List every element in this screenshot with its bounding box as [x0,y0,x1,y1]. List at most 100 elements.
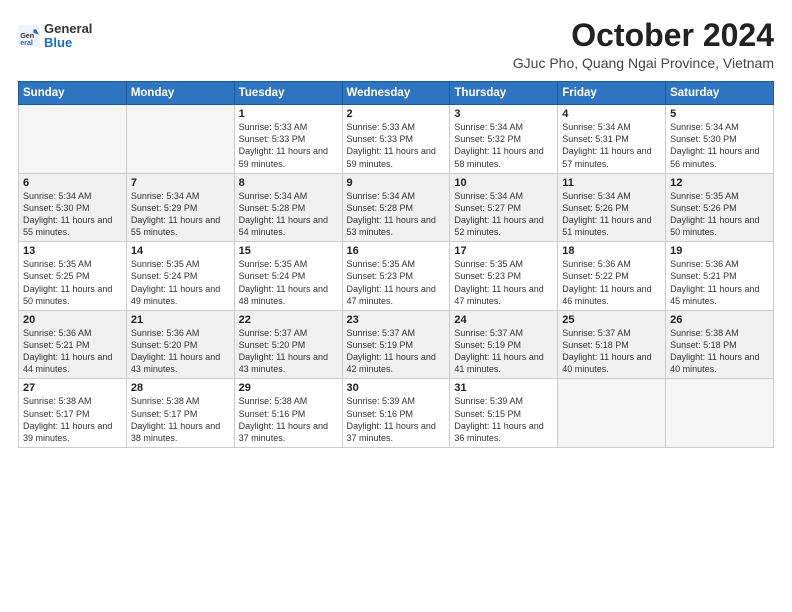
calendar-week-row: 20Sunrise: 5:36 AM Sunset: 5:21 PM Dayli… [19,310,774,379]
cell-day-number: 23 [347,314,446,326]
calendar-header-row: Sunday Monday Tuesday Wednesday Thursday… [19,82,774,105]
header-tuesday: Tuesday [234,82,342,105]
calendar-cell [666,379,774,448]
calendar-cell: 18Sunrise: 5:36 AM Sunset: 5:22 PM Dayli… [558,242,666,311]
cell-day-number: 10 [454,177,553,189]
cell-info: Sunrise: 5:34 AM Sunset: 5:28 PM Dayligh… [239,190,338,239]
calendar-cell: 19Sunrise: 5:36 AM Sunset: 5:21 PM Dayli… [666,242,774,311]
cell-day-number: 4 [562,108,661,120]
cell-info: Sunrise: 5:38 AM Sunset: 5:16 PM Dayligh… [239,395,338,444]
calendar-cell: 26Sunrise: 5:38 AM Sunset: 5:18 PM Dayli… [666,310,774,379]
cell-info: Sunrise: 5:35 AM Sunset: 5:24 PM Dayligh… [131,258,230,307]
cell-info: Sunrise: 5:37 AM Sunset: 5:18 PM Dayligh… [562,327,661,376]
cell-day-number: 19 [670,245,769,257]
cell-day-number: 31 [454,382,553,394]
header-thursday: Thursday [450,82,558,105]
cell-info: Sunrise: 5:33 AM Sunset: 5:33 PM Dayligh… [239,121,338,170]
title-block: October 2024 GJuc Pho, Quang Ngai Provin… [513,18,774,71]
header-wednesday: Wednesday [342,82,450,105]
calendar-cell: 6Sunrise: 5:34 AM Sunset: 5:30 PM Daylig… [19,173,127,242]
cell-info: Sunrise: 5:37 AM Sunset: 5:19 PM Dayligh… [347,327,446,376]
cell-day-number: 13 [23,245,122,257]
cell-day-number: 27 [23,382,122,394]
cell-info: Sunrise: 5:39 AM Sunset: 5:15 PM Dayligh… [454,395,553,444]
calendar-table: Sunday Monday Tuesday Wednesday Thursday… [18,81,774,448]
calendar-cell: 12Sunrise: 5:35 AM Sunset: 5:26 PM Dayli… [666,173,774,242]
cell-info: Sunrise: 5:35 AM Sunset: 5:23 PM Dayligh… [347,258,446,307]
cell-info: Sunrise: 5:36 AM Sunset: 5:21 PM Dayligh… [670,258,769,307]
cell-day-number: 2 [347,108,446,120]
logo-general-text: General [44,22,92,36]
cell-day-number: 14 [131,245,230,257]
cell-day-number: 3 [454,108,553,120]
cell-info: Sunrise: 5:38 AM Sunset: 5:17 PM Dayligh… [131,395,230,444]
cell-info: Sunrise: 5:34 AM Sunset: 5:26 PM Dayligh… [562,190,661,239]
calendar-week-row: 27Sunrise: 5:38 AM Sunset: 5:17 PM Dayli… [19,379,774,448]
location-text: GJuc Pho, Quang Ngai Province, Vietnam [513,55,774,71]
page-header: Gen eral General Blue October 2024 GJuc … [18,18,774,71]
header-monday: Monday [126,82,234,105]
cell-day-number: 25 [562,314,661,326]
calendar-cell: 31Sunrise: 5:39 AM Sunset: 5:15 PM Dayli… [450,379,558,448]
calendar-cell: 11Sunrise: 5:34 AM Sunset: 5:26 PM Dayli… [558,173,666,242]
calendar-cell: 8Sunrise: 5:34 AM Sunset: 5:28 PM Daylig… [234,173,342,242]
cell-day-number: 21 [131,314,230,326]
cell-day-number: 24 [454,314,553,326]
calendar-cell: 1Sunrise: 5:33 AM Sunset: 5:33 PM Daylig… [234,105,342,174]
cell-day-number: 29 [239,382,338,394]
calendar-cell: 5Sunrise: 5:34 AM Sunset: 5:30 PM Daylig… [666,105,774,174]
cell-day-number: 26 [670,314,769,326]
cell-day-number: 11 [562,177,661,189]
calendar-cell: 23Sunrise: 5:37 AM Sunset: 5:19 PM Dayli… [342,310,450,379]
calendar-cell: 10Sunrise: 5:34 AM Sunset: 5:27 PM Dayli… [450,173,558,242]
calendar-cell: 4Sunrise: 5:34 AM Sunset: 5:31 PM Daylig… [558,105,666,174]
calendar-cell: 28Sunrise: 5:38 AM Sunset: 5:17 PM Dayli… [126,379,234,448]
logo-blue-text: Blue [44,36,92,50]
cell-info: Sunrise: 5:35 AM Sunset: 5:26 PM Dayligh… [670,190,769,239]
calendar-cell: 3Sunrise: 5:34 AM Sunset: 5:32 PM Daylig… [450,105,558,174]
cell-info: Sunrise: 5:34 AM Sunset: 5:28 PM Dayligh… [347,190,446,239]
cell-day-number: 7 [131,177,230,189]
logo-icon: Gen eral [18,25,40,47]
header-friday: Friday [558,82,666,105]
cell-info: Sunrise: 5:35 AM Sunset: 5:25 PM Dayligh… [23,258,122,307]
calendar-cell: 9Sunrise: 5:34 AM Sunset: 5:28 PM Daylig… [342,173,450,242]
calendar-cell: 2Sunrise: 5:33 AM Sunset: 5:33 PM Daylig… [342,105,450,174]
cell-info: Sunrise: 5:35 AM Sunset: 5:24 PM Dayligh… [239,258,338,307]
svg-text:eral: eral [20,39,33,47]
cell-info: Sunrise: 5:36 AM Sunset: 5:20 PM Dayligh… [131,327,230,376]
calendar-cell: 17Sunrise: 5:35 AM Sunset: 5:23 PM Dayli… [450,242,558,311]
cell-day-number: 16 [347,245,446,257]
cell-info: Sunrise: 5:34 AM Sunset: 5:29 PM Dayligh… [131,190,230,239]
cell-day-number: 17 [454,245,553,257]
cell-day-number: 22 [239,314,338,326]
header-saturday: Saturday [666,82,774,105]
cell-day-number: 30 [347,382,446,394]
cell-info: Sunrise: 5:33 AM Sunset: 5:33 PM Dayligh… [347,121,446,170]
calendar-cell: 14Sunrise: 5:35 AM Sunset: 5:24 PM Dayli… [126,242,234,311]
cell-info: Sunrise: 5:34 AM Sunset: 5:27 PM Dayligh… [454,190,553,239]
logo: Gen eral General Blue [18,22,92,51]
cell-info: Sunrise: 5:35 AM Sunset: 5:23 PM Dayligh… [454,258,553,307]
cell-day-number: 18 [562,245,661,257]
calendar-cell [558,379,666,448]
calendar-cell: 15Sunrise: 5:35 AM Sunset: 5:24 PM Dayli… [234,242,342,311]
cell-info: Sunrise: 5:34 AM Sunset: 5:32 PM Dayligh… [454,121,553,170]
cell-info: Sunrise: 5:37 AM Sunset: 5:19 PM Dayligh… [454,327,553,376]
month-title: October 2024 [513,18,774,53]
cell-day-number: 6 [23,177,122,189]
cell-info: Sunrise: 5:38 AM Sunset: 5:17 PM Dayligh… [23,395,122,444]
cell-info: Sunrise: 5:34 AM Sunset: 5:31 PM Dayligh… [562,121,661,170]
logo-text: General Blue [44,22,92,51]
calendar-cell [19,105,127,174]
calendar-cell: 29Sunrise: 5:38 AM Sunset: 5:16 PM Dayli… [234,379,342,448]
header-sunday: Sunday [19,82,127,105]
calendar-cell: 16Sunrise: 5:35 AM Sunset: 5:23 PM Dayli… [342,242,450,311]
calendar-cell: 13Sunrise: 5:35 AM Sunset: 5:25 PM Dayli… [19,242,127,311]
cell-day-number: 1 [239,108,338,120]
calendar-cell: 21Sunrise: 5:36 AM Sunset: 5:20 PM Dayli… [126,310,234,379]
cell-info: Sunrise: 5:39 AM Sunset: 5:16 PM Dayligh… [347,395,446,444]
calendar-cell [126,105,234,174]
cell-info: Sunrise: 5:36 AM Sunset: 5:21 PM Dayligh… [23,327,122,376]
cell-info: Sunrise: 5:34 AM Sunset: 5:30 PM Dayligh… [23,190,122,239]
